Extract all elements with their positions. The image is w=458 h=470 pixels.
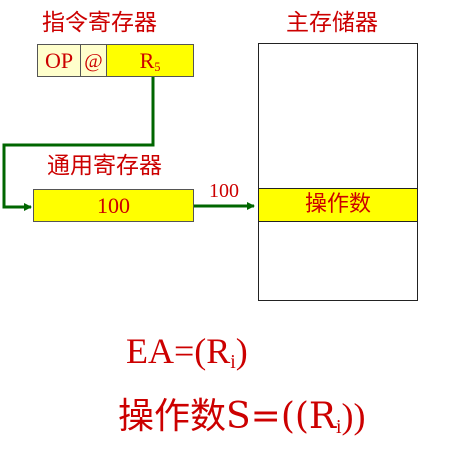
ea-formula-suffix: ) [235, 331, 248, 371]
main-memory-label: 主存储器 [286, 10, 378, 36]
register-name: R [139, 47, 155, 73]
ea-formula-prefix: EA=(R [126, 331, 231, 371]
opcode-field: OP [37, 44, 81, 77]
operand-text: 操作数 [304, 192, 371, 217]
operand-formula-suffix: )) [341, 396, 366, 436]
address-label: 100 [209, 180, 239, 202]
operand-formula: 操作数S=((Ri)) [118, 396, 366, 437]
indirect-flag-text: @ [84, 49, 103, 72]
register-pointer-wire [2, 75, 155, 211]
effective-address-formula: EA=(Ri) [126, 331, 248, 372]
indirect-flag-field: @ [80, 44, 107, 77]
register-field-text: R5 [139, 47, 161, 74]
register-field: R5 [106, 44, 194, 77]
register-index: 5 [154, 59, 161, 74]
instruction-register-label: 指令寄存器 [42, 10, 157, 36]
general-register: 100 [33, 189, 194, 222]
general-register-label: 通用寄存器 [47, 153, 162, 179]
general-register-value: 100 [97, 192, 130, 218]
main-memory [258, 43, 418, 301]
operand-cell: 操作数 [258, 188, 418, 222]
opcode-text: OP [44, 47, 74, 73]
operand-formula-prefix: 操作数S=((R [118, 396, 337, 437]
